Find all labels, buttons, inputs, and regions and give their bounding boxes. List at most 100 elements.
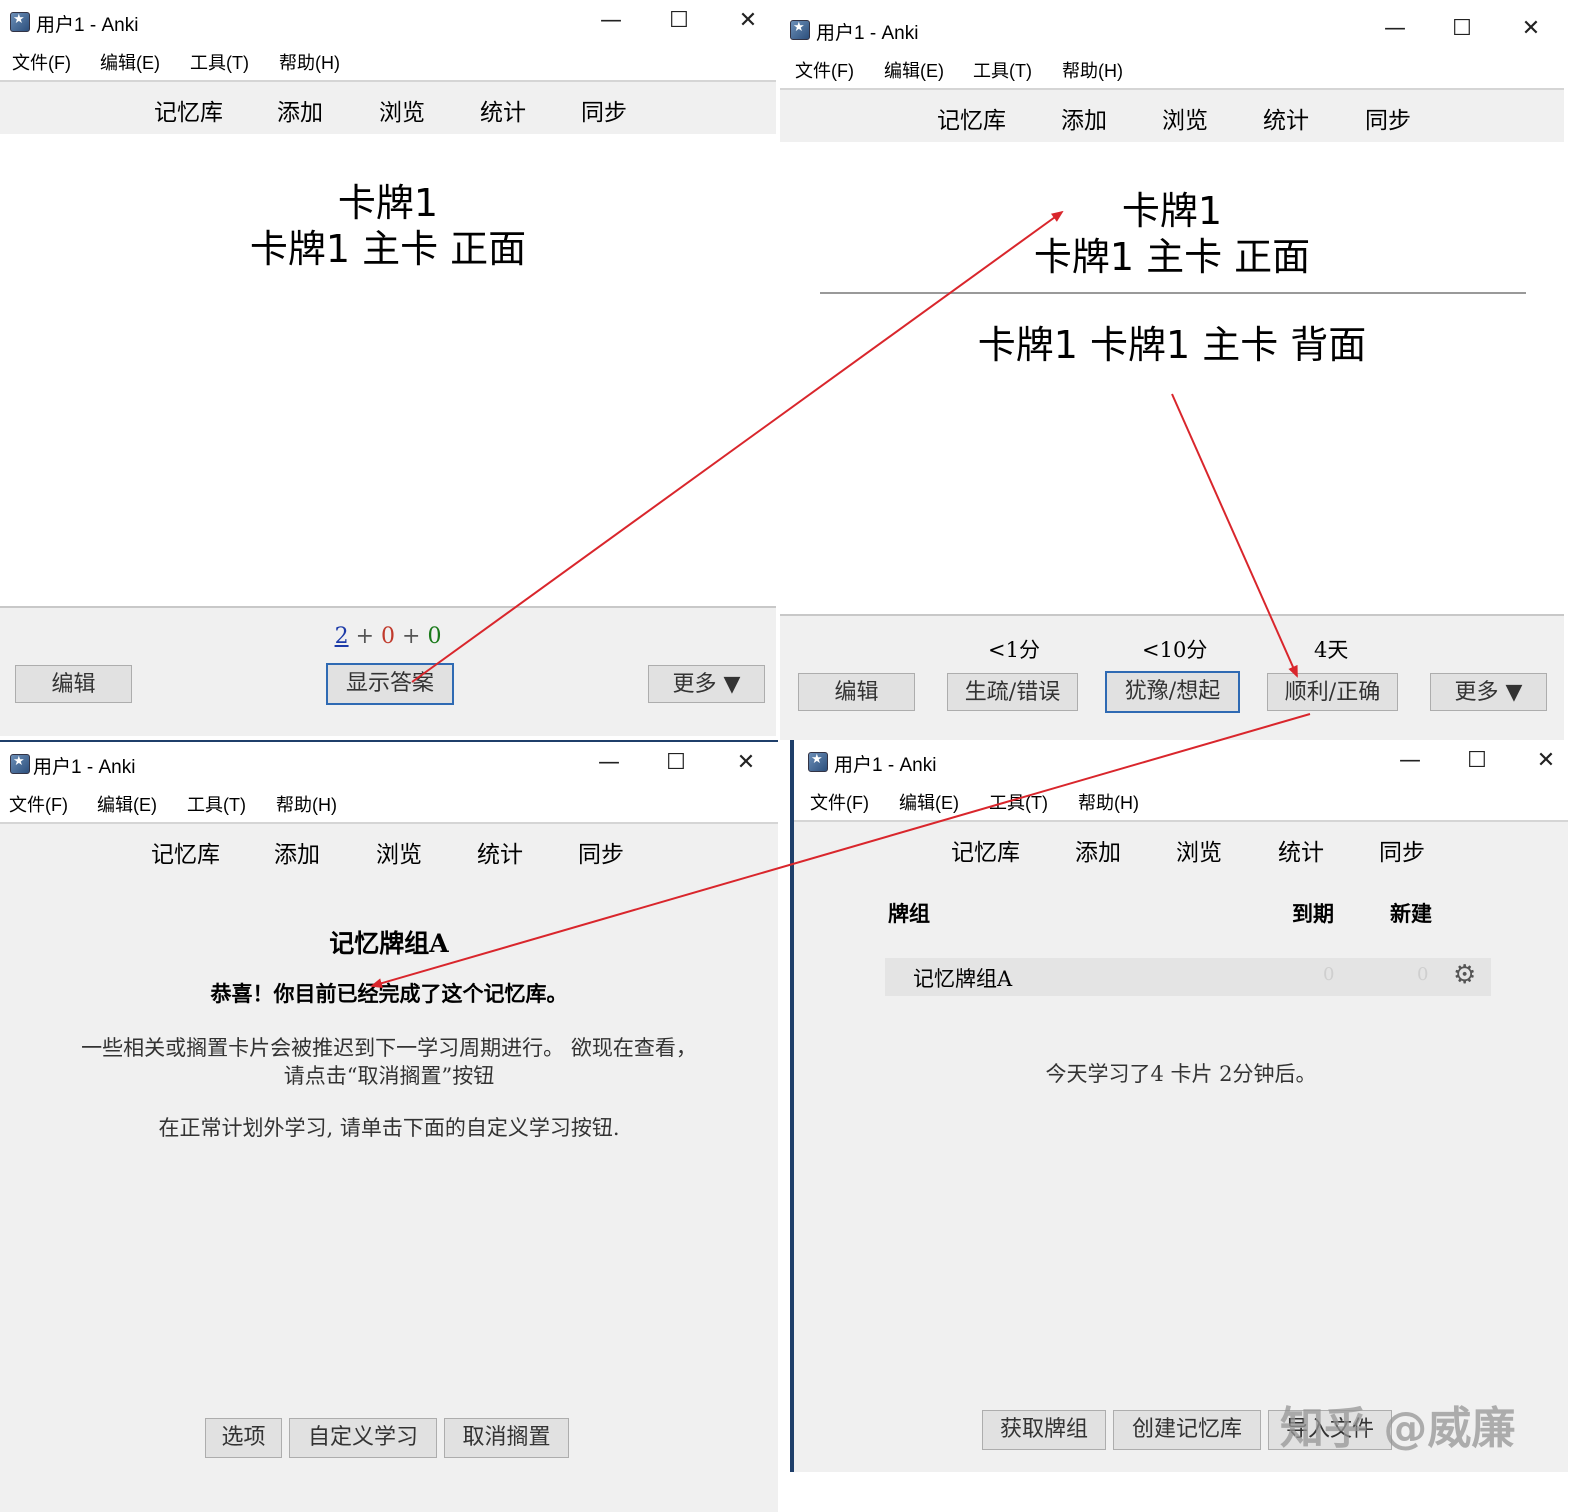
deck-browser: 牌组 到期 新建 记忆牌组A 0 0 ⚙ 今天学习了4 卡片 2分钟后。 获取牌… bbox=[794, 874, 1568, 1472]
new-count: 2 bbox=[334, 624, 349, 649]
deck-new-count: 0 bbox=[1417, 964, 1429, 985]
menu-help[interactable]: 帮助(H) bbox=[279, 49, 340, 75]
deck-name-link[interactable]: 记忆牌组A bbox=[913, 963, 1012, 993]
menu-tools[interactable]: 工具(T) bbox=[973, 57, 1032, 83]
close-icon[interactable]: ✕ bbox=[731, 748, 761, 778]
get-shared-button[interactable]: 获取牌组 bbox=[982, 1410, 1106, 1450]
menu-edit[interactable]: 编辑(E) bbox=[884, 57, 944, 83]
close-icon[interactable]: ✕ bbox=[733, 6, 763, 36]
show-answer-button[interactable]: 显示答案 bbox=[326, 663, 454, 705]
toolbar-sync[interactable]: 同步 bbox=[1365, 101, 1411, 135]
toolbar-browse[interactable]: 浏览 bbox=[1176, 833, 1222, 867]
menu-tools[interactable]: 工具(T) bbox=[989, 789, 1048, 815]
congrats-message: 恭喜！你目前已经完成了这个记忆库。 bbox=[210, 981, 568, 1006]
interval-good: 4天 bbox=[1314, 638, 1349, 662]
study-summary: 今天学习了4 卡片 2分钟后。 bbox=[1045, 1062, 1317, 1086]
toolbar-add[interactable]: 添加 bbox=[277, 93, 323, 127]
menu-file[interactable]: 文件(F) bbox=[810, 789, 869, 815]
menu-edit[interactable]: 编辑(E) bbox=[100, 49, 160, 75]
again-button[interactable]: 生疏/错误 bbox=[947, 673, 1078, 711]
toolbar-decks[interactable]: 记忆库 bbox=[951, 833, 1020, 867]
custom-study-button[interactable]: 自定义学习 bbox=[289, 1418, 437, 1458]
menu-help[interactable]: 帮助(H) bbox=[1062, 57, 1123, 83]
maximize-icon[interactable]: ☐ bbox=[664, 6, 694, 36]
toolbar-browse[interactable]: 浏览 bbox=[1162, 101, 1208, 135]
hard-button[interactable]: 犹豫/想起 bbox=[1105, 671, 1240, 713]
create-deck-button[interactable]: 创建记忆库 bbox=[1113, 1410, 1261, 1450]
more-button[interactable]: 更多 ▼ bbox=[1430, 673, 1547, 711]
anki-app-icon bbox=[10, 12, 30, 32]
toolbar-add[interactable]: 添加 bbox=[274, 835, 320, 869]
more-button[interactable]: 更多 ▼ bbox=[648, 665, 765, 703]
menu-tools[interactable]: 工具(T) bbox=[187, 791, 246, 817]
menu-bar: 文件(F) 编辑(E) 工具(T) 帮助(H) bbox=[0, 784, 778, 820]
main-toolbar: 记忆库 添加 浏览 统计 同步 bbox=[0, 80, 776, 136]
anki-app-icon bbox=[808, 752, 828, 772]
toolbar-browse[interactable]: 浏览 bbox=[379, 93, 425, 127]
toolbar-sync[interactable]: 同步 bbox=[578, 835, 624, 869]
custom-study-hint: 在正常计划外学习, 请单击下面的自定义学习按钮. bbox=[158, 1116, 620, 1140]
close-icon[interactable]: ✕ bbox=[1531, 746, 1561, 776]
maximize-icon[interactable]: ☐ bbox=[1462, 746, 1492, 776]
buried-info-line1: 一些相关或搁置卡片会被推迟到下一学习周期进行。 欲现在查看， bbox=[81, 1036, 697, 1060]
menu-edit[interactable]: 编辑(E) bbox=[899, 789, 959, 815]
edit-button[interactable]: 编辑 bbox=[798, 673, 915, 711]
minimize-icon[interactable]: — bbox=[596, 6, 626, 36]
title-bar: 用户1 - Anki — ☐ ✕ bbox=[0, 0, 776, 42]
menu-help[interactable]: 帮助(H) bbox=[276, 791, 337, 817]
toolbar-add[interactable]: 添加 bbox=[1075, 833, 1121, 867]
menu-edit[interactable]: 编辑(E) bbox=[97, 791, 157, 817]
options-button[interactable]: 选项 bbox=[205, 1418, 282, 1458]
window-title: 用户1 - Anki bbox=[36, 15, 139, 36]
toolbar-add[interactable]: 添加 bbox=[1061, 101, 1107, 135]
menu-bar: 文件(F) 编辑(E) 工具(T) 帮助(H) bbox=[794, 782, 1568, 818]
title-bar: 用户1 - Anki — ☐ ✕ bbox=[0, 742, 778, 784]
toolbar-stats[interactable]: 统计 bbox=[480, 93, 526, 127]
toolbar-sync[interactable]: 同步 bbox=[581, 93, 627, 127]
interval-hard: <10分 bbox=[1142, 638, 1208, 662]
card-front-text: 卡牌1 主卡 正面 bbox=[249, 227, 527, 271]
answer-divider bbox=[820, 292, 1526, 294]
learn-count: 0 bbox=[381, 624, 395, 649]
review-count: 0 bbox=[427, 624, 442, 649]
congrats-content: 记忆牌组A 恭喜！你目前已经完成了这个记忆库。 一些相关或搁置卡片会被推迟到下一… bbox=[0, 876, 778, 1512]
unbury-button[interactable]: 取消搁置 bbox=[444, 1418, 569, 1458]
menu-file[interactable]: 文件(F) bbox=[9, 791, 68, 817]
question-window: 用户1 - Anki — ☐ ✕ 文件(F) 编辑(E) 工具(T) 帮助(H)… bbox=[0, 0, 776, 736]
column-due: 到期 bbox=[1292, 901, 1334, 926]
card-area: 卡牌1 卡牌1 主卡 正面 卡牌1 卡牌1 主卡 背面 bbox=[780, 142, 1564, 622]
title-bar: 用户1 - Anki — ☐ ✕ bbox=[780, 8, 1564, 50]
toolbar-stats[interactable]: 统计 bbox=[1278, 833, 1324, 867]
title-bar: 用户1 - Anki — ☐ ✕ bbox=[794, 740, 1568, 782]
close-icon[interactable]: ✕ bbox=[1516, 14, 1546, 44]
menu-file[interactable]: 文件(F) bbox=[12, 49, 71, 75]
column-new: 新建 bbox=[1390, 901, 1432, 926]
toolbar-stats[interactable]: 统计 bbox=[1263, 101, 1309, 135]
menu-tools[interactable]: 工具(T) bbox=[190, 49, 249, 75]
toolbar-decks[interactable]: 记忆库 bbox=[154, 93, 223, 127]
card-area: 卡牌1 卡牌1 主卡 正面 bbox=[0, 134, 776, 606]
minimize-icon[interactable]: — bbox=[594, 748, 624, 778]
toolbar-sync[interactable]: 同步 bbox=[1379, 833, 1425, 867]
minimize-icon[interactable]: — bbox=[1395, 746, 1425, 776]
main-toolbar: 记忆库 添加 浏览 统计 同步 bbox=[0, 822, 778, 878]
toolbar-browse[interactable]: 浏览 bbox=[376, 835, 422, 869]
good-button[interactable]: 顺利/正确 bbox=[1267, 673, 1398, 711]
gear-icon[interactable]: ⚙ bbox=[1453, 960, 1476, 990]
toolbar-decks[interactable]: 记忆库 bbox=[151, 835, 220, 869]
minimize-icon[interactable]: — bbox=[1380, 14, 1410, 44]
interval-again: <1分 bbox=[988, 638, 1040, 662]
main-toolbar: 记忆库 添加 浏览 统计 同步 bbox=[794, 820, 1568, 876]
menu-help[interactable]: 帮助(H) bbox=[1078, 789, 1139, 815]
maximize-icon[interactable]: ☐ bbox=[1447, 14, 1477, 44]
toolbar-stats[interactable]: 统计 bbox=[477, 835, 523, 869]
count-plus: + bbox=[402, 624, 421, 649]
toolbar-decks[interactable]: 记忆库 bbox=[937, 101, 1006, 135]
buried-info-line2: 请点击“取消搁置”按钮 bbox=[283, 1064, 495, 1088]
maximize-icon[interactable]: ☐ bbox=[661, 748, 691, 778]
edit-button[interactable]: 编辑 bbox=[15, 665, 132, 703]
card-back-text: 卡牌1 卡牌1 主卡 背面 bbox=[977, 323, 1367, 367]
menu-file[interactable]: 文件(F) bbox=[795, 57, 854, 83]
deck-row[interactable]: 记忆牌组A 0 0 ⚙ bbox=[885, 958, 1491, 996]
deck-due-count: 0 bbox=[1323, 964, 1335, 985]
